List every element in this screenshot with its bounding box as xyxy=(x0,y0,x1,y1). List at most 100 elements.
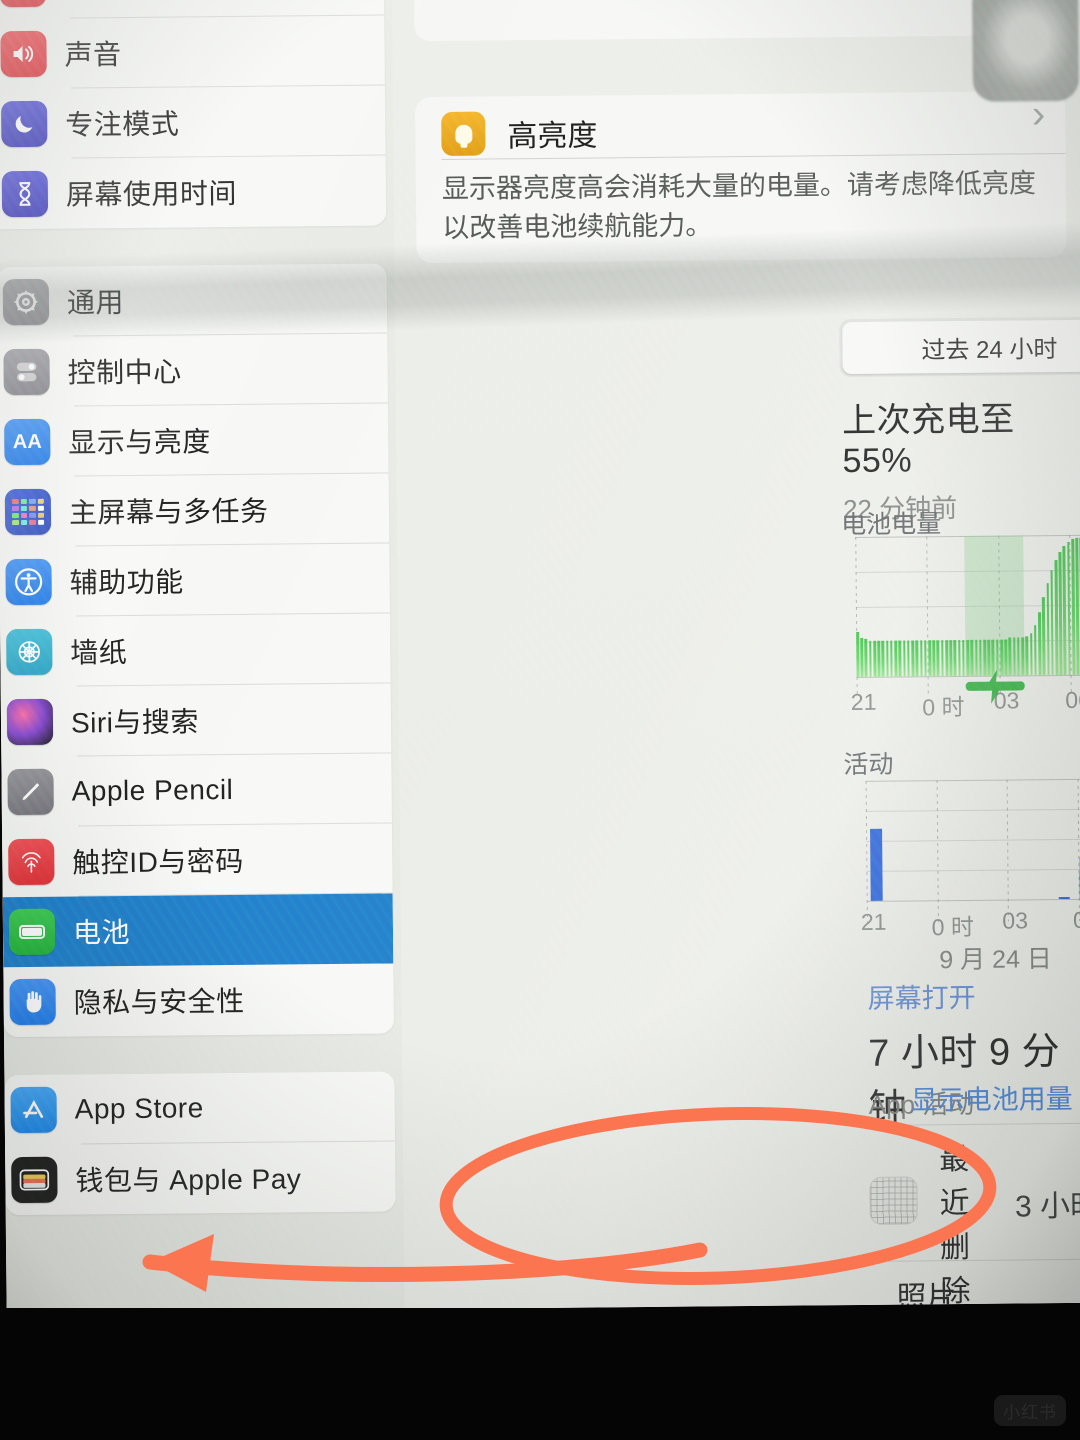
battery-bar xyxy=(881,640,885,677)
sidebar-item-label: 辅助功能 xyxy=(69,566,184,599)
battery-bar xyxy=(919,639,923,677)
sidebar-item-label: 触控ID与密码 xyxy=(72,845,244,879)
gear-icon xyxy=(2,278,50,326)
time-range-segmented-control[interactable]: 过去 24 小时 过去 10 天 xyxy=(839,313,1080,378)
camera-glare-artifact xyxy=(971,0,1080,102)
battery-bar xyxy=(940,639,944,677)
wallpaper-icon xyxy=(6,628,53,676)
aa-icon: AA xyxy=(4,418,51,466)
battery-bar xyxy=(1008,637,1012,676)
sidebar-item-隐私与安全性[interactable]: 隐私与安全性 xyxy=(3,963,394,1037)
battery-bar xyxy=(928,639,932,677)
tablet-screen: 通知声音专注模式屏幕使用时间通用控制中心 AA 显示与亮度主屏幕与多任务辅助功能墙纸… xyxy=(0,0,1080,1314)
sidebar-item-label: 钱包与 Apple Pay xyxy=(75,1163,302,1197)
x-tick-label: 03 xyxy=(1002,907,1029,934)
sidebar-item-Apple Pencil[interactable]: Apple Pencil xyxy=(1,753,392,827)
battery-bar xyxy=(953,639,957,677)
sidebar-item-电池[interactable]: 电池 xyxy=(2,893,394,968)
segment-last-24-hours[interactable]: 过去 24 小时 xyxy=(842,319,1080,375)
x-tick-label: 21 xyxy=(850,688,877,716)
battery-bar xyxy=(873,640,877,677)
sidebar-item-屏幕使用时间[interactable]: 屏幕使用时间 xyxy=(0,155,386,229)
battery-bar xyxy=(936,639,940,677)
x-tick xyxy=(936,780,939,923)
battery-bar xyxy=(1050,570,1054,676)
lightbulb-icon xyxy=(441,111,486,156)
sidebar-item-通用[interactable]: 通用 xyxy=(0,263,388,337)
toggles-icon xyxy=(3,348,50,396)
settings-sidebar[interactable]: 通知声音专注模式屏幕使用时间通用控制中心 AA 显示与亮度主屏幕与多任务辅助功能墙纸… xyxy=(0,0,405,1314)
last-charge-title: 上次充电至 55% xyxy=(841,400,1015,481)
battery-bar xyxy=(949,639,953,677)
pencil-icon xyxy=(7,768,54,816)
battery-bar xyxy=(898,640,902,677)
sidebar-item-触控ID与密码[interactable]: 触控ID与密码 xyxy=(2,823,393,897)
sidebar-item-Siri与搜索[interactable]: Siri与搜索 xyxy=(1,683,392,757)
sidebar-item-label: 墙纸 xyxy=(70,636,128,669)
bell-icon xyxy=(0,0,47,8)
siri-icon xyxy=(6,698,54,746)
sidebar-item-声音[interactable]: 声音 xyxy=(0,15,385,89)
battery-bar xyxy=(911,640,915,677)
show-battery-usage-link[interactable]: 显示电池用量 xyxy=(910,1077,1073,1118)
sidebar-item-label: Siri与搜索 xyxy=(70,706,200,739)
battery-bar xyxy=(1054,560,1059,676)
x-tick xyxy=(865,780,868,923)
gridline xyxy=(866,836,1080,842)
activity-bar xyxy=(1058,896,1071,900)
hourglass-icon xyxy=(1,170,49,218)
sidebar-item-label: 通用 xyxy=(66,287,125,319)
sidebar-item-辅助功能[interactable]: 辅助功能 xyxy=(0,543,390,617)
accessibility-icon xyxy=(5,558,52,606)
activity-chart-title: 活动 xyxy=(843,750,894,780)
battery-bar xyxy=(1017,637,1021,676)
sidebar-item-控制中心[interactable]: 控制中心 xyxy=(0,333,388,407)
sidebar-item-主屏幕与多任务[interactable]: 主屏幕与多任务 xyxy=(0,473,390,547)
sidebar-item-label: 隐私与安全性 xyxy=(73,985,245,1019)
sidebar-item-显示与亮度[interactable]: AA 显示与亮度 xyxy=(0,403,389,477)
battery-bar xyxy=(868,640,872,677)
battery-detail-pane[interactable]: 电量。 高亮度 显示器亮度高会消耗大量的电量。请考虑降低亮度以改善电池续航能力。… xyxy=(392,0,1080,1313)
sidebar-item-App Store[interactable]: App Store xyxy=(4,1071,396,1145)
appstore-icon xyxy=(10,1086,57,1134)
battery-bar xyxy=(890,640,894,677)
speaker-icon xyxy=(0,30,47,78)
screen-on-caption: 屏幕打开 xyxy=(867,982,976,1014)
battery-bar xyxy=(1042,596,1046,676)
charging-bolt-icon xyxy=(984,669,1006,704)
battery-bar xyxy=(902,640,906,677)
battery-bar xyxy=(915,640,919,677)
battery-bar xyxy=(1025,636,1029,676)
battery-bar xyxy=(1046,582,1050,676)
battery-bar xyxy=(885,640,889,677)
touchid-icon xyxy=(8,838,55,886)
battery-bar xyxy=(979,639,982,676)
battery-bar xyxy=(970,639,974,676)
device-bezel xyxy=(0,1308,1080,1440)
sidebar-item-专注模式[interactable]: 专注模式 xyxy=(0,85,386,159)
battery-bar xyxy=(945,639,949,677)
sidebar-item-钱包与 Apple Pay[interactable]: 钱包与 Apple Pay xyxy=(5,1141,396,1215)
sidebar-item-墙纸[interactable]: 墙纸 xyxy=(0,613,391,687)
high-brightness-tip-card[interactable]: 高亮度 显示器亮度高会消耗大量的电量。请考虑降低亮度以改善电池续航能力。 xyxy=(415,90,1067,264)
sidebar-item-label: App Store xyxy=(74,1092,204,1125)
x-tick-label: 0 时 xyxy=(931,913,975,941)
sidebar-item-label: 声音 xyxy=(64,39,122,71)
x-tick-label: 21 xyxy=(860,908,887,935)
battery-bar xyxy=(923,639,927,677)
battery-level-chart[interactable]: 电池电量 100%50%0% 210 时03060912 时1518 xyxy=(841,499,1080,720)
x-tick-label: 06 xyxy=(1072,906,1080,933)
battery-bar xyxy=(1029,633,1033,676)
battery-bar xyxy=(894,640,898,677)
moon-icon xyxy=(1,100,48,148)
battery-bar xyxy=(962,639,966,676)
tip-body: 显示器亮度高会消耗大量的电量。请考虑降低亮度以改善电池续航能力。 xyxy=(441,168,1037,244)
chevron-right-icon: › xyxy=(1031,92,1046,137)
activity-chart[interactable]: 活动 60 分钟30 分钟0 分钟 210 时03060912 时1518 9 … xyxy=(843,739,1080,974)
activity-date-label: 9 月 24 日 xyxy=(939,945,1053,975)
app-name[interactable]: 照片 xyxy=(896,1272,956,1313)
battery-bar xyxy=(907,640,910,677)
battery-bar xyxy=(860,637,864,677)
battery-bar xyxy=(1033,624,1037,676)
x-tick xyxy=(1007,779,1010,922)
